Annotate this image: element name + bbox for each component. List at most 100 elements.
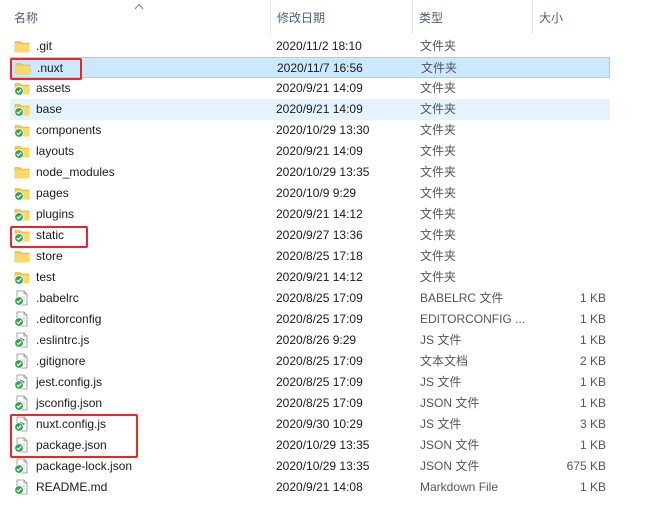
file-type: 文件夹 <box>420 249 457 263</box>
file-name: .editorconfig <box>36 312 102 326</box>
folder-icon <box>14 99 32 120</box>
file-row[interactable]: test 2020/9/21 14:12 文件夹 <box>10 267 610 288</box>
file-type: 文件夹 <box>420 270 457 284</box>
file-type: JSON 文件 <box>420 396 480 410</box>
folder-icon <box>14 78 32 99</box>
file-date-modified: 2020/11/7 16:56 <box>277 61 363 75</box>
file-type: 文件夹 <box>420 81 457 95</box>
file-type: 文件夹 <box>420 144 457 158</box>
file-size: 1 KB <box>579 480 606 494</box>
file-size: 1 KB <box>579 438 606 452</box>
file-icon <box>14 309 32 330</box>
file-icon <box>14 393 32 414</box>
file-type: BABELRC 文件 <box>420 291 504 305</box>
file-row[interactable]: README.md 2020/9/21 14:08 Markdown File 1 K… <box>10 477 610 498</box>
file-type: EDITORCONFIG ... <box>420 312 526 326</box>
script-file-icon <box>14 372 32 393</box>
folder-icon <box>14 246 32 267</box>
column-header-size[interactable]: 大小 <box>532 0 612 34</box>
file-row[interactable]: assets 2020/9/21 14:09 文件夹 <box>10 78 610 99</box>
file-date-modified: 2020/9/27 13:36 <box>276 228 363 242</box>
file-type: 文件夹 <box>420 123 457 137</box>
file-name: .eslintrc.js <box>36 333 90 347</box>
file-name: node_modules <box>36 165 115 179</box>
file-type: 文件夹 <box>420 102 457 116</box>
file-date-modified: 2020/9/21 14:12 <box>276 207 363 221</box>
file-size: 2 KB <box>579 354 606 368</box>
file-row[interactable]: .gitignore 2020/8/25 17:09 文本文档 2 KB <box>10 351 610 372</box>
folder-icon <box>14 162 32 183</box>
file-type: 文件夹 <box>420 228 457 242</box>
column-header-date-modified[interactable]: 修改日期 <box>270 0 412 34</box>
file-size: 1 KB <box>579 333 606 347</box>
file-type: JS 文件 <box>420 333 462 347</box>
file-row[interactable]: .nuxt 2020/11/7 16:56 文件夹 <box>10 57 610 78</box>
file-name: package-lock.json <box>36 459 133 473</box>
file-type: 文件夹 <box>421 61 458 75</box>
file-date-modified: 2020/10/29 13:35 <box>276 459 370 473</box>
file-row[interactable]: .editorconfig 2020/8/25 17:09 EDITORCONFIG… <box>10 309 610 330</box>
file-row[interactable]: base 2020/9/21 14:09 文件夹 <box>10 99 610 120</box>
file-date-modified: 2020/8/25 17:09 <box>276 396 363 410</box>
file-row[interactable]: static 2020/9/27 13:36 文件夹 <box>10 225 610 246</box>
column-header-type[interactable]: 类型 <box>412 0 532 34</box>
file-date-modified: 2020/8/25 17:09 <box>276 375 363 389</box>
file-size: 1 KB <box>579 291 606 305</box>
highlight-box-nuxt <box>10 58 82 80</box>
file-date-modified: 2020/10/29 13:35 <box>276 438 370 452</box>
folder-icon <box>14 204 32 225</box>
file-row[interactable]: plugins 2020/9/21 14:12 文件夹 <box>10 204 610 225</box>
file-row[interactable]: layouts 2020/9/21 14:09 文件夹 <box>10 141 610 162</box>
file-type: JSON 文件 <box>420 459 480 473</box>
file-type: 文件夹 <box>420 207 457 221</box>
folder-icon <box>14 267 32 288</box>
file-icon <box>14 351 32 372</box>
file-date-modified: 2020/9/21 14:09 <box>276 81 363 95</box>
file-row[interactable]: jest.config.js 2020/8/25 17:09 JS 文件 1 KB <box>10 372 610 393</box>
file-name: components <box>36 123 102 137</box>
file-date-modified: 2020/8/25 17:18 <box>276 249 363 263</box>
file-date-modified: 2020/10/29 13:30 <box>276 123 370 137</box>
file-size: 1 KB <box>579 312 606 326</box>
file-date-modified: 2020/11/2 18:10 <box>276 39 362 53</box>
file-row[interactable]: jsconfig.json 2020/8/25 17:09 JSON 文件 1 KB <box>10 393 610 414</box>
file-type: JS 文件 <box>420 417 462 431</box>
file-row[interactable]: store 2020/8/25 17:18 文件夹 <box>10 246 610 267</box>
file-name: test <box>36 270 56 284</box>
file-date-modified: 2020/9/21 14:08 <box>276 480 363 494</box>
file-date-modified: 2020/8/25 17:09 <box>276 312 363 326</box>
folder-icon <box>14 120 32 141</box>
file-icon <box>14 477 32 498</box>
file-name: jest.config.js <box>36 375 103 389</box>
file-name: pages <box>36 186 69 200</box>
file-date-modified: 2020/8/26 9:29 <box>276 333 357 347</box>
file-date-modified: 2020/9/21 14:12 <box>276 270 363 284</box>
file-name: .babelrc <box>36 291 79 305</box>
file-size: 675 KB <box>566 459 606 473</box>
file-row[interactable]: pages 2020/10/9 9:29 文件夹 <box>10 183 610 204</box>
file-type: JSON 文件 <box>420 438 480 452</box>
file-row[interactable]: .babelrc 2020/8/25 17:09 BABELRC 文件 1 KB <box>10 288 610 309</box>
file-name: base <box>36 102 63 116</box>
file-row[interactable]: package-lock.json 2020/10/29 13:35 JSON 文件… <box>10 456 610 477</box>
file-date-modified: 2020/9/21 14:09 <box>276 102 363 116</box>
file-type: 文件夹 <box>420 39 457 53</box>
highlight-box-config-files <box>10 414 138 458</box>
folder-icon <box>14 183 32 204</box>
file-icon <box>14 288 32 309</box>
file-type: Markdown File <box>420 480 499 494</box>
file-name: README.md <box>36 480 108 494</box>
file-type: 文件夹 <box>420 186 457 200</box>
file-name: plugins <box>36 207 75 221</box>
file-row[interactable]: components 2020/10/29 13:30 文件夹 <box>10 120 610 141</box>
folder-icon <box>14 36 32 57</box>
file-date-modified: 2020/9/30 10:29 <box>276 417 363 431</box>
file-type: 文件夹 <box>420 165 457 179</box>
file-row[interactable]: .eslintrc.js 2020/8/26 9:29 JS 文件 1 KB <box>10 330 610 351</box>
file-icon <box>14 456 32 477</box>
file-name: store <box>36 249 63 263</box>
folder-icon <box>14 141 32 162</box>
file-row[interactable]: .git 2020/11/2 18:10 文件夹 <box>10 36 610 57</box>
file-row[interactable]: node_modules 2020/10/29 13:35 文件夹 <box>10 162 610 183</box>
column-header-name[interactable]: 名称 <box>8 0 268 34</box>
